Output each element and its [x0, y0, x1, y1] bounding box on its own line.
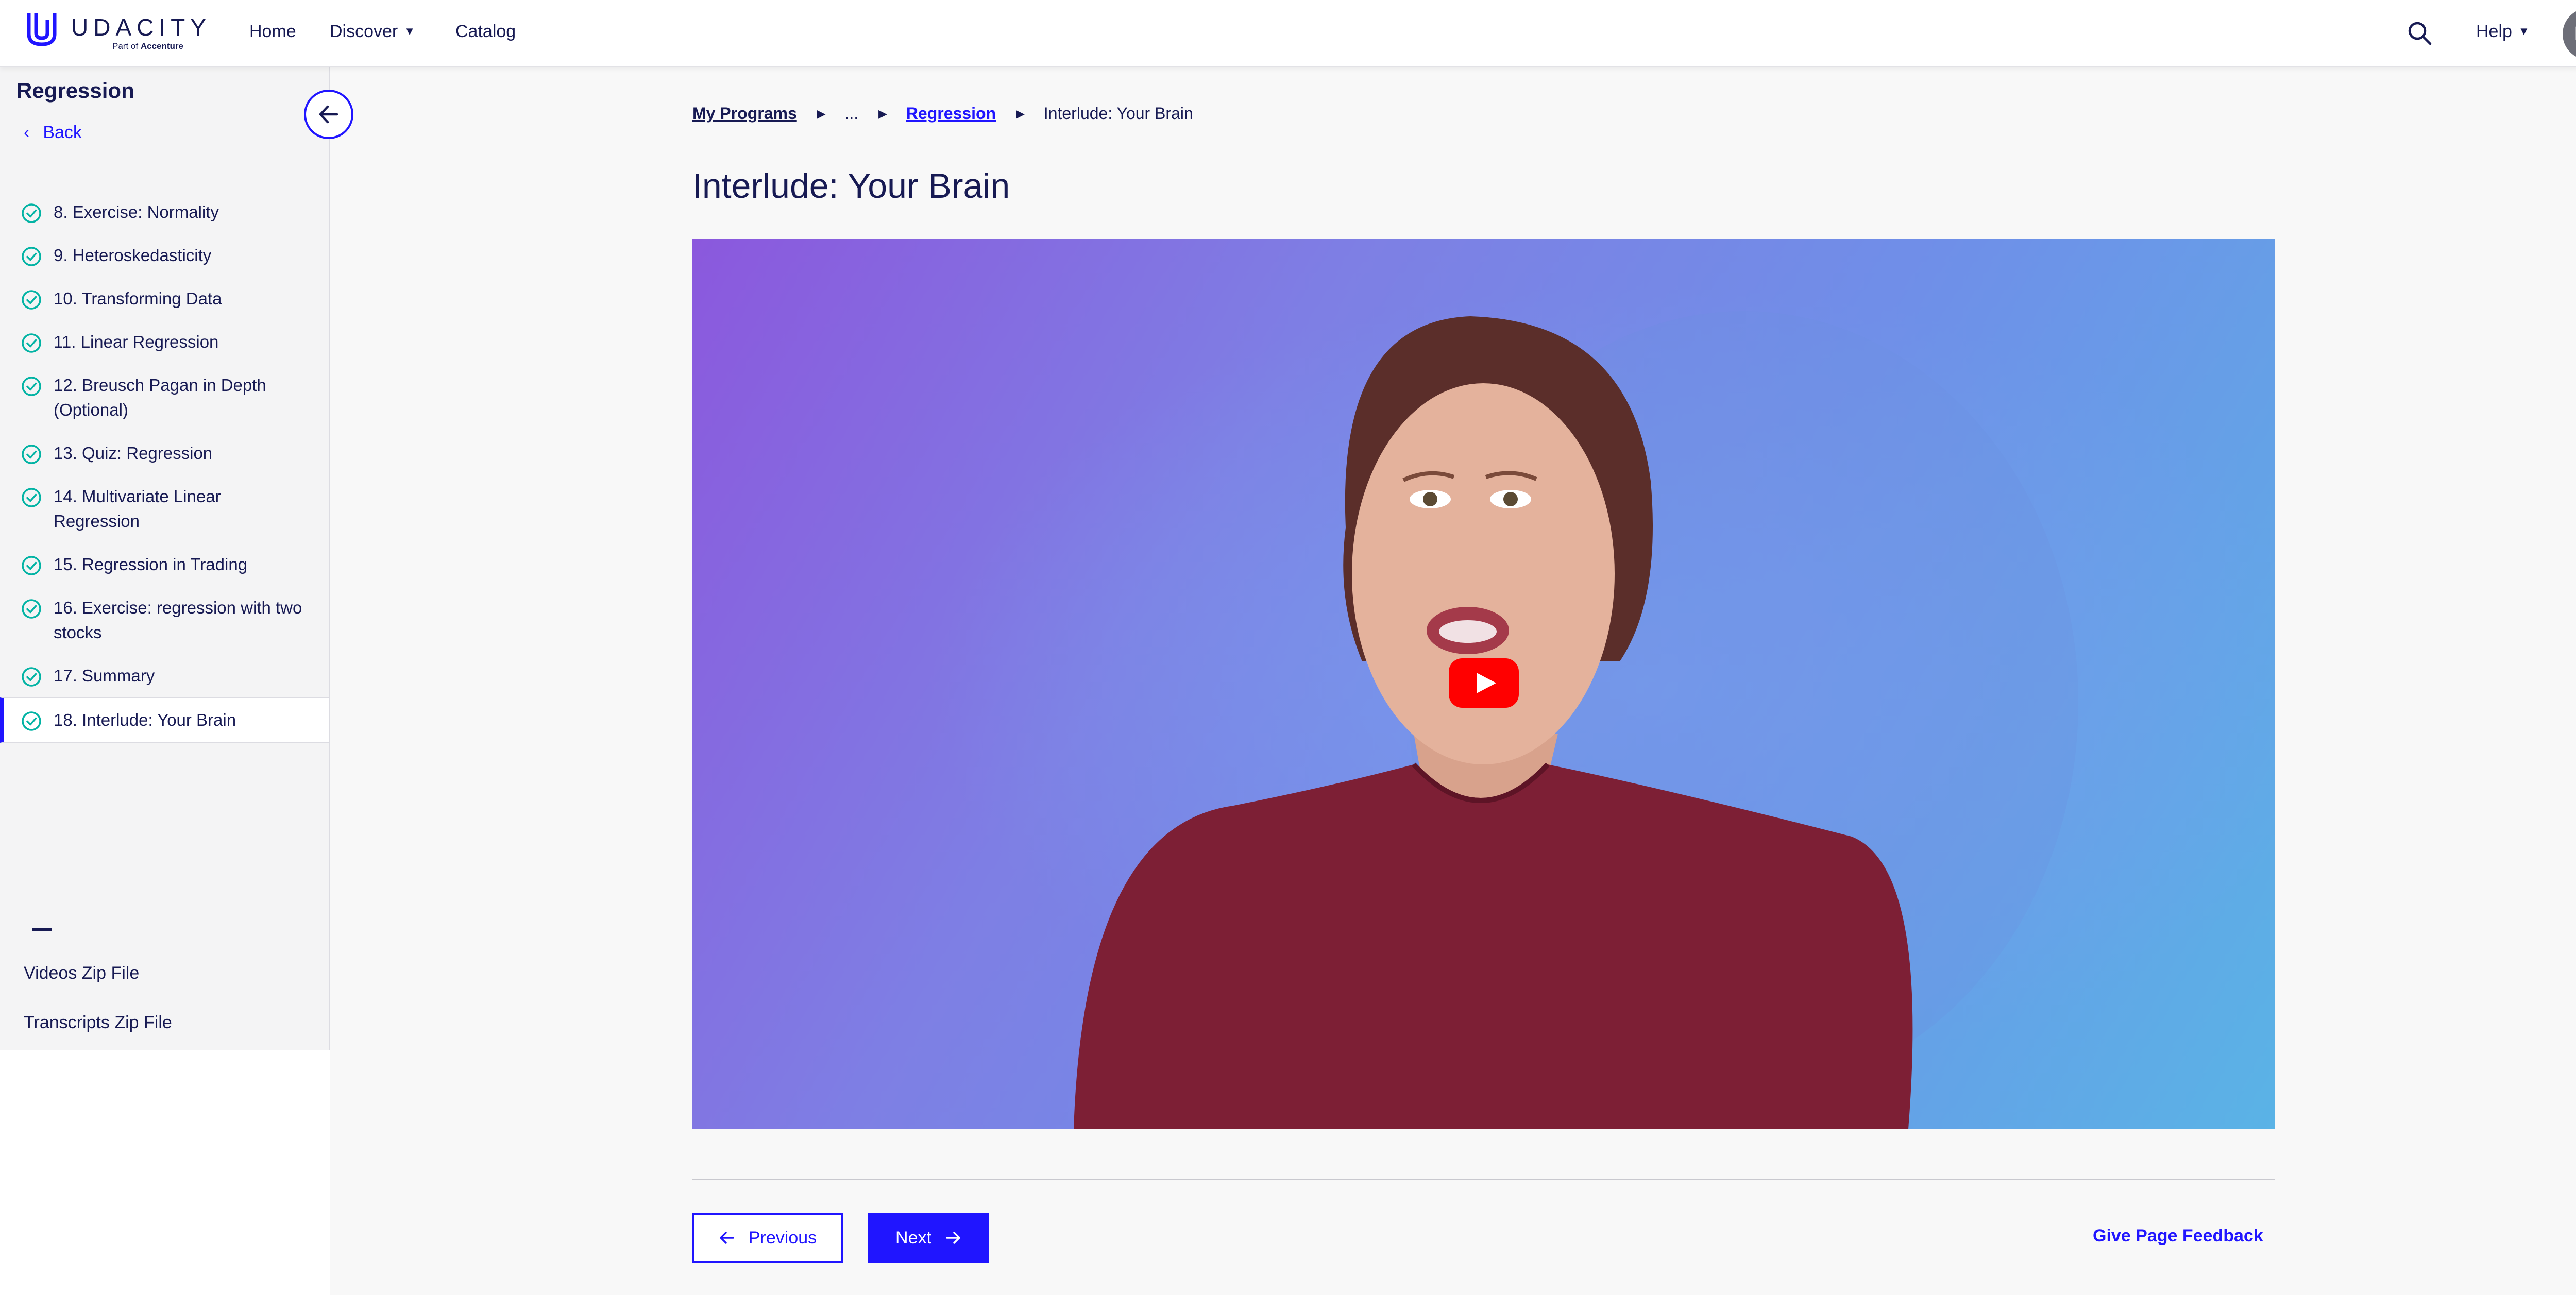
lesson-label: 9. Heteroskedasticity [54, 246, 212, 265]
breadcrumb-my-programs[interactable]: My Programs [692, 104, 797, 123]
lesson-list: 8. Exercise: Normality 9. Heteroskedastic… [0, 191, 329, 743]
collapse-sidebar-button[interactable] [304, 90, 353, 139]
lesson-label: 17. Summary [54, 666, 155, 685]
top-navigation: UDACITY Part of Accenture Home Discover ▼… [0, 0, 2576, 67]
caret-down-icon: ▼ [404, 25, 416, 38]
previous-button[interactable]: Previous [692, 1213, 843, 1263]
triangle-right-icon: ▶ [878, 107, 887, 120]
check-circle-icon [22, 203, 41, 223]
lesson-item[interactable]: 9. Heteroskedasticity [0, 234, 329, 277]
check-circle-icon [22, 290, 41, 310]
lesson-item[interactable]: 17. Summary [0, 654, 329, 697]
breadcrumb-regression[interactable]: Regression [906, 104, 996, 123]
chevron-left-icon: ‹ [24, 123, 30, 142]
check-circle-icon [22, 377, 41, 396]
check-circle-icon [22, 599, 41, 619]
give-feedback-link[interactable]: Give Page Feedback [2093, 1226, 2263, 1246]
breadcrumb-current: Interlude: Your Brain [1043, 104, 1193, 123]
lesson-item[interactable]: 15. Regression in Trading [0, 543, 329, 586]
page-title: Interlude: Your Brain [692, 166, 1010, 206]
lesson-label: 10. Transforming Data [54, 289, 222, 308]
lesson-item[interactable]: 12. Breusch Pagan in Depth (Optional) [0, 364, 329, 432]
nav-home-link[interactable]: Home [249, 22, 296, 42]
check-circle-icon [22, 667, 41, 687]
udacity-logo-mark-icon [27, 13, 57, 46]
previous-label: Previous [748, 1228, 817, 1248]
lesson-label: 16. Exercise: regression with two stocks [54, 598, 302, 642]
nav-discover-menu[interactable]: Discover ▼ [330, 22, 415, 42]
content-divider [692, 1179, 2275, 1180]
check-circle-icon [22, 711, 41, 731]
arrow-right-icon [946, 1232, 960, 1244]
lesson-item-active[interactable]: 18. Interlude: Your Brain [0, 697, 329, 743]
check-circle-icon [22, 488, 41, 507]
check-circle-icon [22, 556, 41, 575]
arrow-left-icon [720, 1232, 734, 1244]
lesson-label: 13. Quiz: Regression [54, 444, 213, 463]
lesson-item[interactable]: 8. Exercise: Normality [0, 191, 329, 234]
next-button[interactable]: Next [868, 1213, 989, 1263]
lesson-label: 8. Exercise: Normality [54, 202, 219, 221]
lesson-label: 11. Linear Regression [54, 332, 219, 351]
search-button[interactable] [2406, 20, 2434, 47]
nav-catalog-link[interactable]: Catalog [455, 22, 516, 42]
triangle-right-icon: ▶ [1015, 107, 1025, 120]
help-menu[interactable]: Help ▼ [2476, 22, 2530, 42]
triangle-right-icon: ▶ [817, 107, 826, 120]
check-circle-icon [22, 247, 41, 266]
search-icon [2408, 22, 2432, 45]
next-label: Next [895, 1228, 931, 1248]
lesson-item[interactable]: 16. Exercise: regression with two stocks [0, 586, 329, 654]
udacity-logo[interactable]: UDACITY Part of Accenture [24, 8, 209, 58]
lesson-item[interactable]: 13. Quiz: Regression [0, 432, 329, 475]
videos-zip-link[interactable]: Videos Zip File [24, 963, 139, 983]
logo-wordmark: UDACITY [71, 14, 211, 41]
video-player[interactable] [692, 239, 2275, 1129]
check-circle-icon [22, 445, 41, 464]
lesson-sidebar: Regression ‹ Back 8. Exercise: Normality 9… [0, 67, 330, 1050]
back-link[interactable]: ‹ Back [24, 123, 82, 143]
arrow-left-icon [319, 105, 338, 124]
check-circle-icon [22, 333, 41, 353]
caret-down-icon: ▼ [2518, 25, 2530, 38]
sidebar-title: Regression [16, 78, 134, 103]
lesson-item[interactable]: 11. Linear Regression [0, 320, 329, 364]
youtube-play-icon[interactable] [1449, 658, 1519, 708]
user-avatar[interactable]: HC [2563, 8, 2576, 60]
lesson-item[interactable]: 14. Multivariate Linear Regression [0, 475, 329, 543]
lesson-label: 12. Breusch Pagan in Depth (Optional) [54, 376, 266, 419]
logo-subtitle: Part of Accenture [112, 41, 183, 51]
lesson-label: 14. Multivariate Linear Regression [54, 487, 221, 531]
transcripts-zip-link[interactable]: Transcripts Zip File [24, 1013, 172, 1033]
breadcrumb-ellipsis[interactable]: ... [844, 104, 858, 123]
lesson-label: 15. Regression in Trading [54, 555, 248, 574]
lesson-label: 18. Interlude: Your Brain [54, 710, 236, 729]
breadcrumb: My Programs ▶ ... ▶ Regression ▶ Interlu… [692, 103, 1193, 129]
sidebar-empty-area [0, 1050, 330, 1295]
lesson-item[interactable]: 10. Transforming Data [0, 277, 329, 320]
divider-mark [32, 928, 52, 931]
